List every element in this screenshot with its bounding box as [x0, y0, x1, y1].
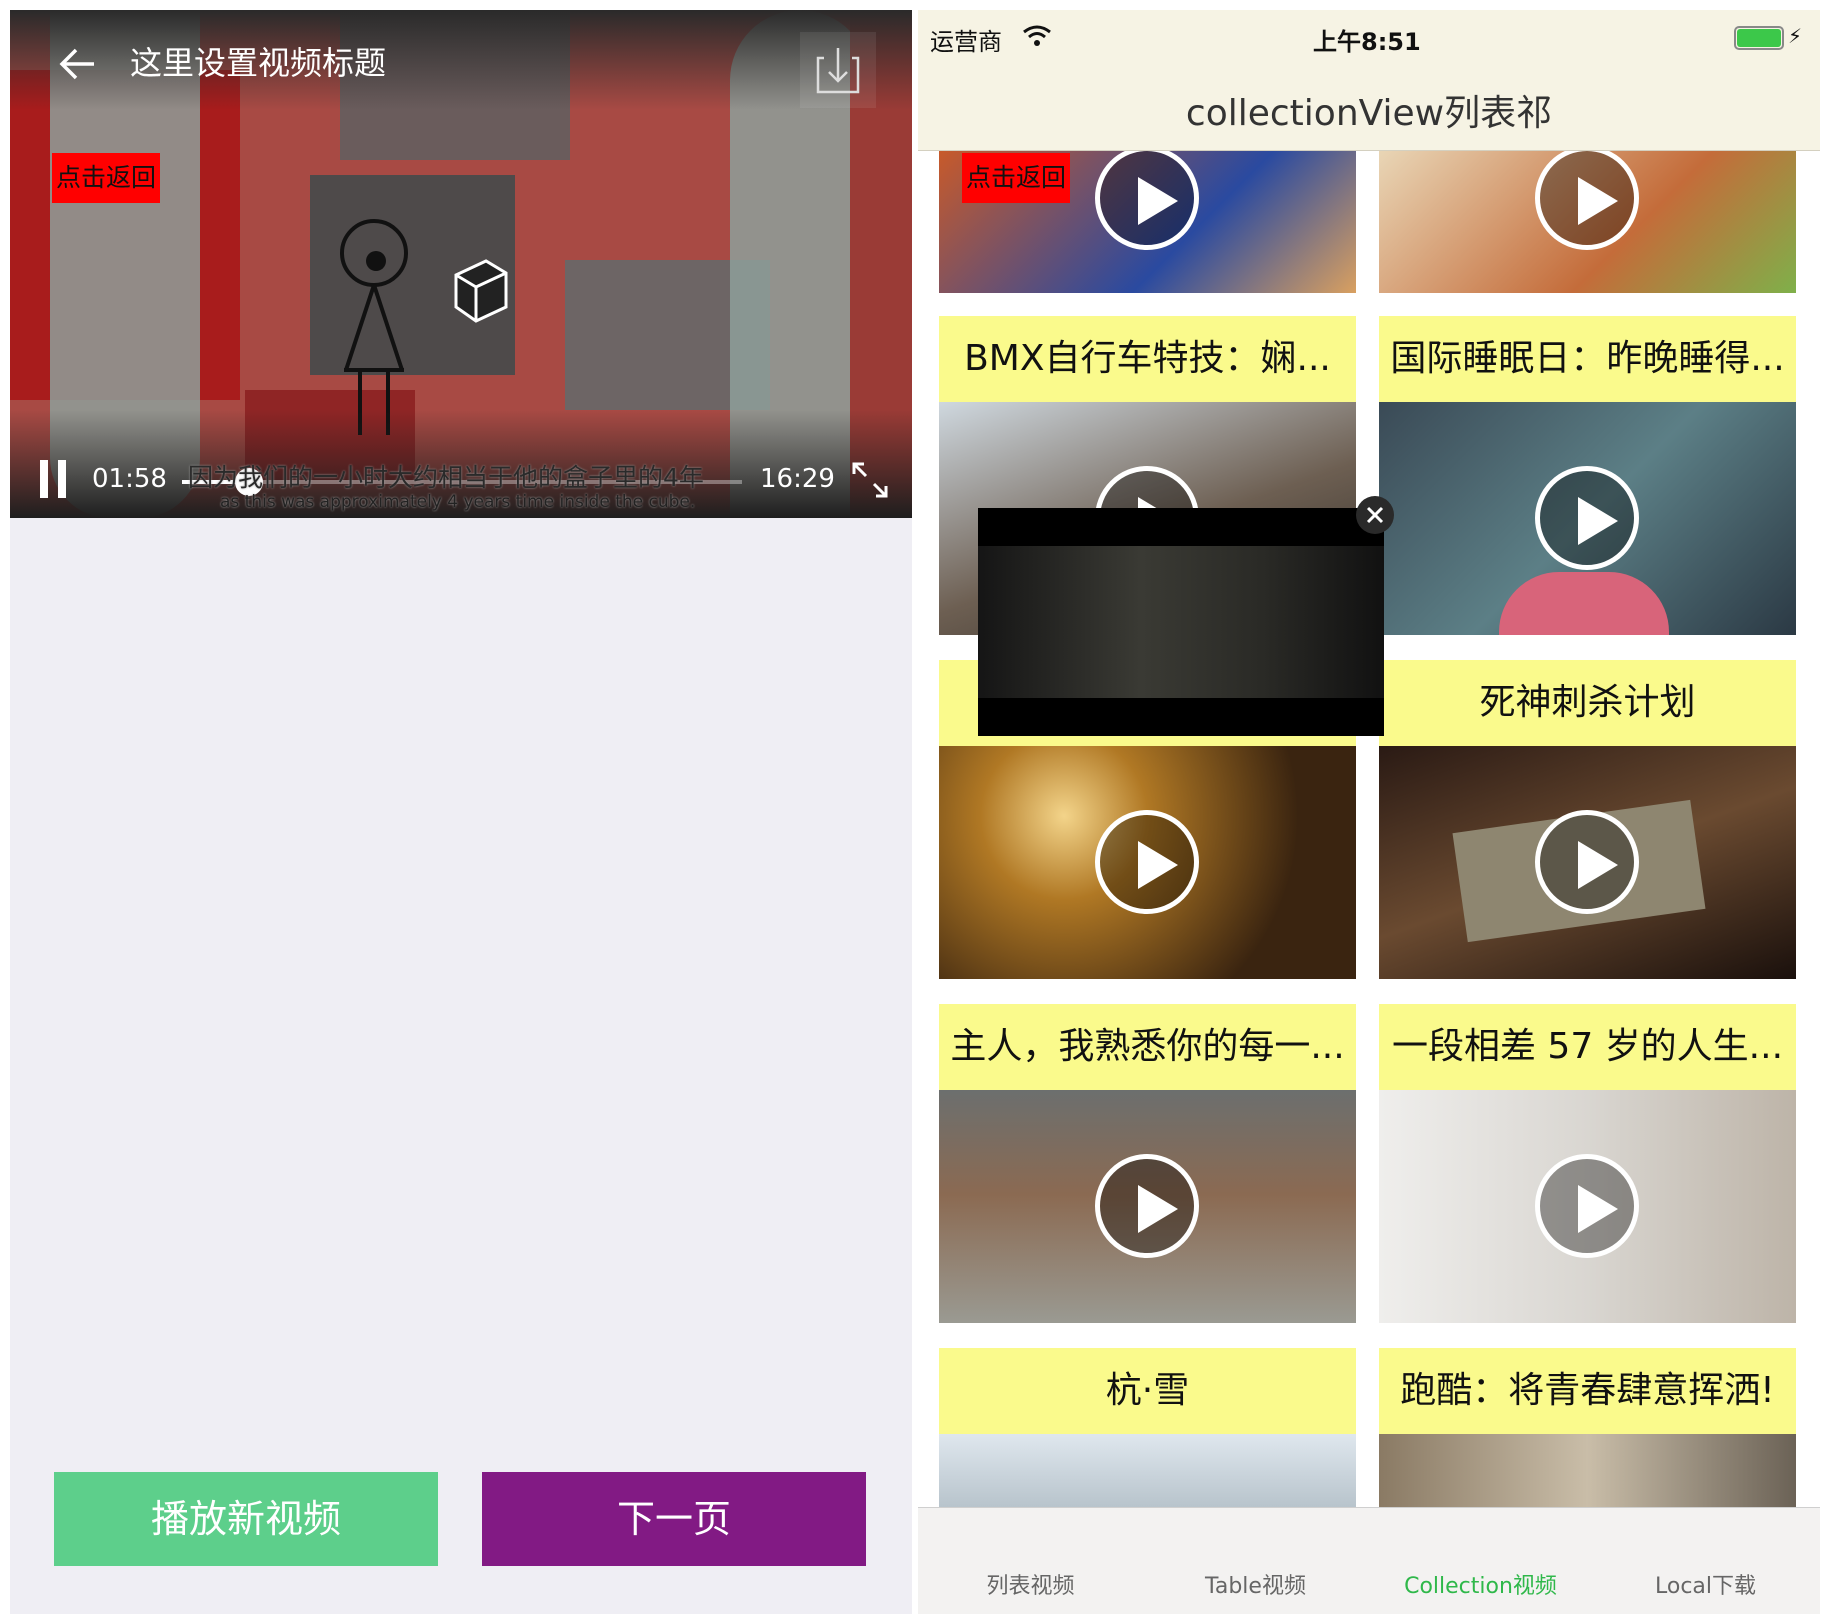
- navigation-bar: 运营商 上午8:51 ⚡ collectionView列表祁: [918, 10, 1820, 151]
- video-thumbnail[interactable]: [1379, 746, 1796, 979]
- status-time: 上午8:51: [1313, 28, 1421, 56]
- video-card-title: 杭·雪: [939, 1348, 1356, 1434]
- current-time: 01:58: [92, 464, 167, 494]
- video-thumbnail[interactable]: [1379, 1434, 1796, 1507]
- back-tag-button[interactable]: 点击返回: [52, 153, 161, 203]
- video-thumbnail[interactable]: [939, 1090, 1356, 1323]
- subtitle-cn: 因为我们的一小时大约相当于他的盒子里的4年: [188, 463, 704, 492]
- play-button-icon[interactable]: [1535, 1154, 1639, 1258]
- video-title: 这里设置视频标题: [130, 44, 387, 82]
- video-thumbnail[interactable]: [939, 1434, 1356, 1507]
- mini-player-video: [978, 546, 1384, 698]
- floating-mini-player[interactable]: [978, 508, 1384, 736]
- play-button-icon[interactable]: [1535, 150, 1639, 250]
- download-button[interactable]: [800, 32, 876, 108]
- video-card-title: BMX自行车特技：娴...: [939, 316, 1356, 402]
- tab-table-video[interactable]: Table视频: [1143, 1568, 1368, 1600]
- wifi-icon: [1023, 25, 1051, 46]
- close-icon: [1366, 506, 1384, 524]
- player-screen: 这里设置视频标题 点击返回 01:58 因为我们的一小时大约相当于他的盒子里的4…: [10, 10, 912, 1614]
- illustration-figure: [1499, 572, 1669, 635]
- pause-icon[interactable]: [58, 460, 66, 498]
- download-icon: [816, 48, 860, 94]
- tab-local-download[interactable]: Local下载: [1593, 1568, 1818, 1600]
- play-new-video-button[interactable]: 播放新视频: [54, 1472, 438, 1566]
- video-card-title: 国际睡眠日：昨晚睡得...: [1379, 316, 1796, 402]
- next-page-button[interactable]: 下一页: [482, 1472, 866, 1566]
- video-card-title: 主人，我熟悉你的每一...: [939, 1004, 1356, 1090]
- charging-icon: ⚡: [1788, 24, 1803, 48]
- video-thumbnail[interactable]: [1379, 402, 1796, 635]
- back-arrow-icon[interactable]: [58, 44, 98, 84]
- play-button-icon[interactable]: [1095, 150, 1199, 250]
- back-tag-button[interactable]: 点击返回: [962, 153, 1071, 203]
- video-card-title: 跑酷：将青春肆意挥洒!: [1379, 1348, 1796, 1434]
- play-button-icon[interactable]: [1535, 810, 1639, 914]
- play-button-icon[interactable]: [1095, 810, 1199, 914]
- pause-icon[interactable]: [40, 460, 48, 498]
- nav-title: collectionView列表祁: [1185, 93, 1553, 134]
- subtitle-en: as this was approximately 4 years time i…: [220, 492, 696, 512]
- battery-icon: [1734, 26, 1784, 50]
- stick-figure-illustration: [340, 219, 508, 435]
- video-thumbnail[interactable]: [1379, 1090, 1796, 1323]
- tab-bar: 列表视频 Table视频 Collection视频 Local下载: [918, 1507, 1820, 1614]
- video-thumbnail[interactable]: [939, 746, 1356, 979]
- video-card-title: 一段相差 57 岁的人生...: [1379, 1004, 1796, 1090]
- fullscreen-icon[interactable]: [850, 460, 890, 500]
- close-mini-player-button[interactable]: [1356, 496, 1394, 534]
- total-time: 16:29: [760, 464, 835, 494]
- video-player[interactable]: 这里设置视频标题 点击返回 01:58 因为我们的一小时大约相当于他的盒子里的4…: [10, 10, 912, 518]
- video-card-title: 死神刺杀计划: [1379, 660, 1796, 746]
- play-button-icon[interactable]: [1535, 466, 1639, 570]
- carrier-label: 运营商: [930, 28, 1002, 56]
- video-thumbnail[interactable]: [1379, 150, 1796, 293]
- tab-collection-video[interactable]: Collection视频: [1368, 1568, 1593, 1600]
- tab-list-video[interactable]: 列表视频: [918, 1568, 1143, 1600]
- play-button-icon[interactable]: [1095, 1154, 1199, 1258]
- collection-screen: 点击返回 BMX自行车特技：娴... 国际睡眠日：昨晚睡得... 死神刺杀计划: [918, 10, 1820, 1614]
